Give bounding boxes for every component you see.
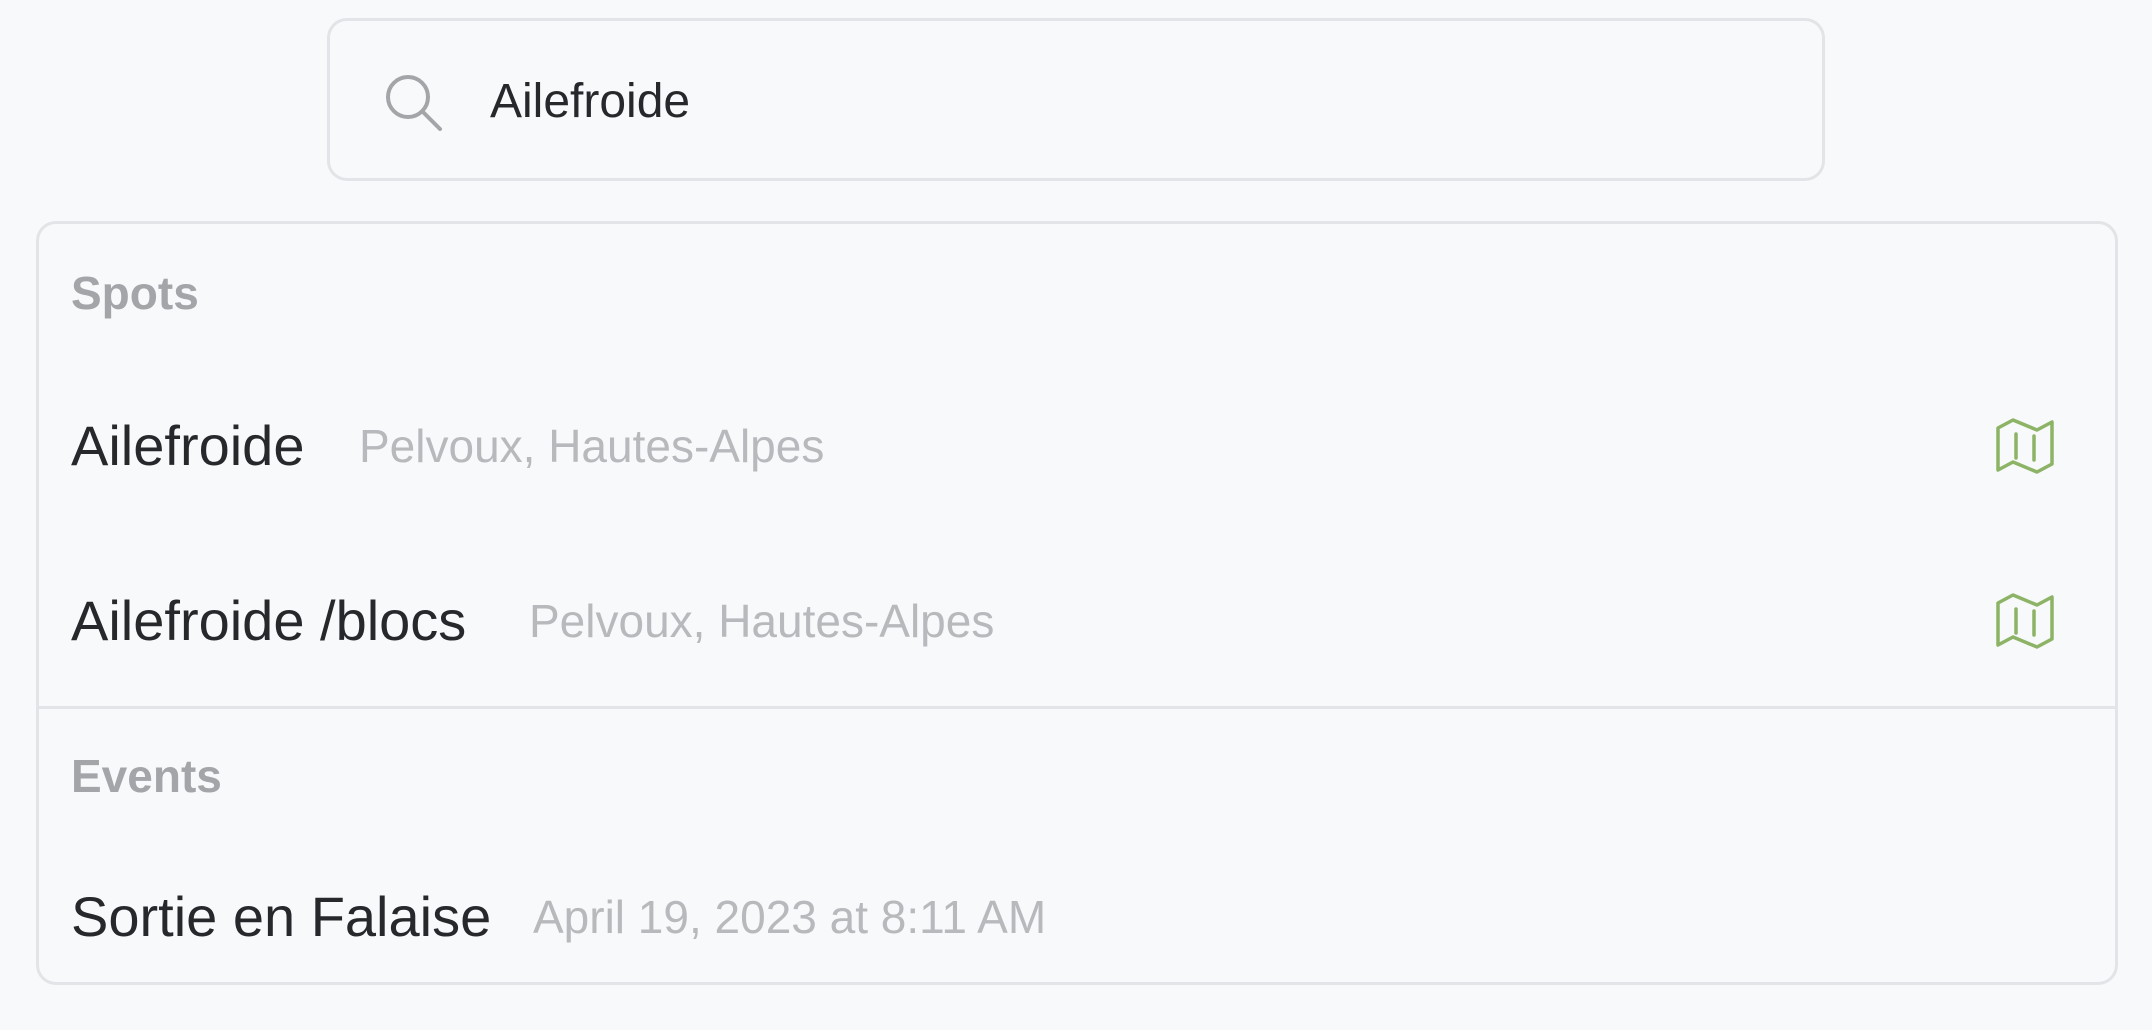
search-input[interactable]	[490, 61, 1770, 141]
search-box[interactable]	[327, 18, 1825, 181]
search-icon	[386, 75, 442, 131]
spot-name: Ailefroide /blocs	[71, 589, 467, 652]
spot-name: Ailefroide	[71, 414, 305, 477]
spot-result-item[interactable]: Ailefroide /blocs Pelvoux, Hautes-Alpes	[39, 561, 2115, 681]
section-title-events: Events	[71, 750, 222, 802]
spot-location: Pelvoux, Hautes-Alpes	[359, 420, 825, 472]
map-icon[interactable]	[1995, 591, 2055, 651]
event-name: Sortie en Falaise	[71, 885, 492, 948]
event-result-item[interactable]: Sortie en Falaise April 19, 2023 at 8:11…	[39, 857, 2115, 977]
spot-location: Pelvoux, Hautes-Alpes	[529, 595, 995, 647]
event-date: April 19, 2023 at 8:11 AM	[533, 891, 1047, 943]
spot-result-item[interactable]: Ailefroide Pelvoux, Hautes-Alpes	[39, 386, 2115, 506]
search-results-panel: Spots Ailefroide Pelvoux, Hautes-Alpes A…	[36, 221, 2118, 985]
section-title-spots: Spots	[71, 267, 199, 319]
section-divider	[39, 706, 2115, 709]
map-icon[interactable]	[1995, 416, 2055, 476]
